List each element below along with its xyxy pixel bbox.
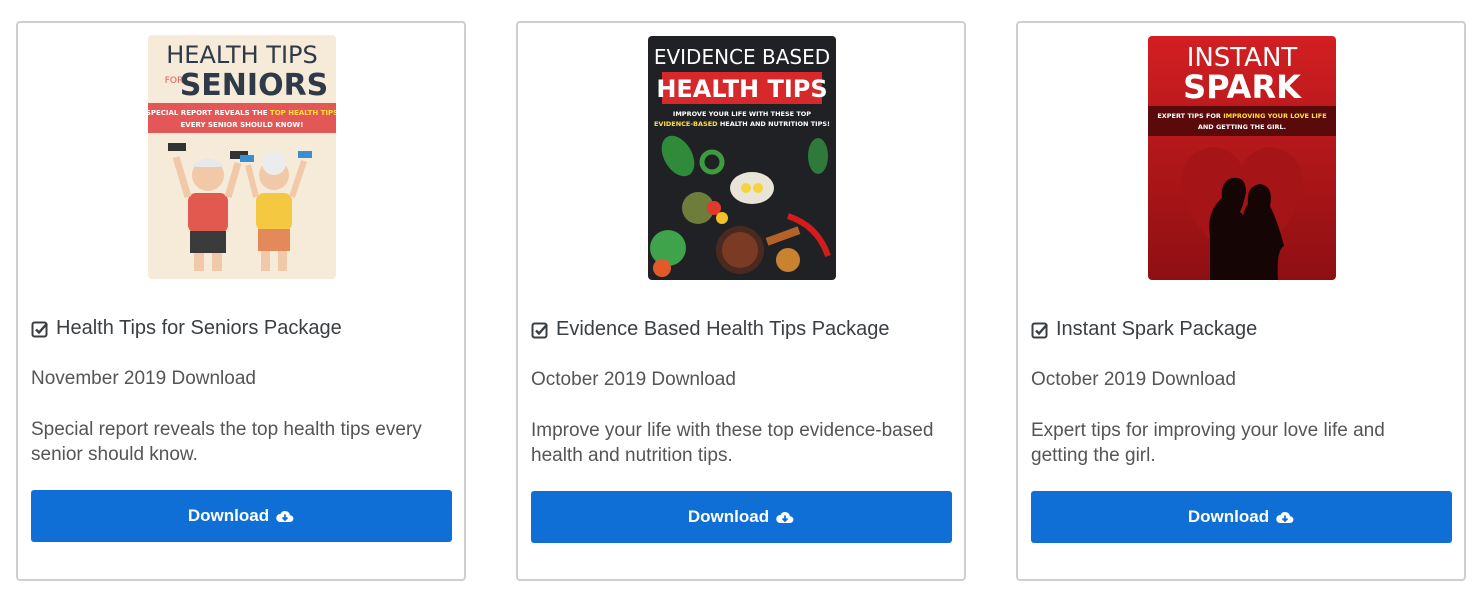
svg-text:HEALTH TIPS: HEALTH TIPS: [166, 41, 317, 69]
download-button[interactable]: Download: [1031, 491, 1452, 543]
package-title-text: Health Tips for Seniors Package: [56, 317, 342, 339]
svg-text:SENIORS: SENIORS: [180, 68, 329, 103]
package-description: Expert tips for improving your love life…: [1031, 420, 1385, 466]
svg-text:SPECIAL REPORT REVEALS THE TOP: SPECIAL REPORT REVEALS THE TOP HEALTH TI…: [148, 109, 336, 117]
package-title[interactable]: Health Tips for Seniors Package: [31, 317, 451, 340]
package-grid: HEALTH TIPS FOR SENIORS SPECIAL REPORT R…: [0, 0, 1484, 606]
cloud-download-icon: [776, 512, 794, 523]
package-title-text: Instant Spark Package: [1056, 318, 1258, 340]
check-square-icon: [1031, 322, 1048, 338]
package-card: EVIDENCE BASED HEALTH TIPS IMPROVE YOUR …: [516, 21, 966, 581]
svg-text:EVIDENCE-BASED HEALTH AND NUTR: EVIDENCE-BASED HEALTH AND NUTRITION TIPS…: [654, 120, 830, 128]
download-button[interactable]: Download: [31, 490, 452, 542]
download-button-label: Download: [187, 506, 270, 525]
package-card: HEALTH TIPS FOR SENIORS SPECIAL REPORT R…: [16, 21, 466, 581]
package-date: November 2019 Download: [31, 368, 256, 389]
package-card: INSTANT SPARK EXPERT TIPS FOR IMPROVING …: [1016, 21, 1466, 581]
package-title[interactable]: Evidence Based Health Tips Package: [531, 318, 951, 341]
svg-text:SPARK: SPARK: [1183, 68, 1302, 106]
package-title-text: Evidence Based Health Tips Package: [556, 318, 890, 340]
svg-text:EXPERT TIPS FOR IMPROVING YOUR: EXPERT TIPS FOR IMPROVING YOUR LOVE LIFE: [1157, 112, 1326, 120]
check-square-icon: [31, 321, 48, 337]
svg-text:AND GETTING THE GIRL.: AND GETTING THE GIRL.: [1198, 123, 1286, 131]
download-button-label: Download: [687, 507, 770, 526]
package-date: October 2019 Download: [1031, 369, 1236, 390]
svg-text:EVIDENCE BASED: EVIDENCE BASED: [654, 45, 830, 69]
svg-text:IMPROVE YOUR LIFE WITH THESE T: IMPROVE YOUR LIFE WITH THESE TOP: [673, 110, 811, 118]
download-button[interactable]: Download: [531, 491, 952, 543]
cover-image-instant-spark[interactable]: INSTANT SPARK EXPERT TIPS FOR IMPROVING …: [1148, 36, 1336, 280]
package-description: Special report reveals the top health ti…: [31, 419, 422, 465]
package-description: Improve your life with these top evidenc…: [531, 420, 934, 466]
svg-text:EVERY SENIOR SHOULD KNOW!: EVERY SENIOR SHOULD KNOW!: [181, 121, 304, 129]
cloud-download-icon: [1276, 512, 1294, 523]
package-title[interactable]: Instant Spark Package: [1031, 318, 1451, 341]
check-square-icon: [531, 322, 548, 338]
cover-image-health-tips-seniors[interactable]: HEALTH TIPS FOR SENIORS SPECIAL REPORT R…: [148, 35, 336, 279]
download-button-label: Download: [1187, 507, 1270, 526]
svg-text:HEALTH TIPS: HEALTH TIPS: [656, 75, 827, 103]
cover-image-evidence-based-health-tips[interactable]: EVIDENCE BASED HEALTH TIPS IMPROVE YOUR …: [648, 36, 836, 280]
package-date: October 2019 Download: [531, 369, 736, 390]
cloud-download-icon: [276, 511, 294, 522]
